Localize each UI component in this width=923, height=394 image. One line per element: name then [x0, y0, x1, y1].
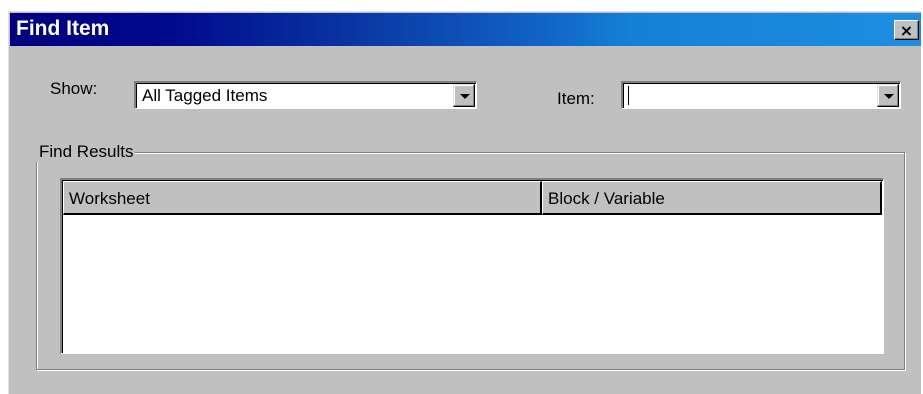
window-title: Find Item	[16, 17, 110, 40]
text-cursor	[628, 86, 629, 105]
close-icon: ×	[899, 20, 914, 40]
column-header-block-variable[interactable]: Block / Variable	[542, 181, 882, 215]
item-combobox[interactable]	[621, 81, 901, 109]
results-list[interactable]: Worksheet Block / Variable	[60, 178, 884, 354]
item-dropdown-button[interactable]	[877, 84, 899, 107]
show-dropdown-button[interactable]	[453, 84, 475, 107]
item-label: Item:	[557, 89, 595, 108]
find-item-dialog: Find Item × Show: All Tagged Items Item:…	[8, 11, 921, 394]
show-dropdown-value: All Tagged Items	[142, 86, 268, 105]
close-button[interactable]: ×	[894, 20, 919, 40]
find-results-label: Find Results	[36, 142, 136, 162]
title-bar[interactable]: Find Item ×	[10, 13, 921, 46]
show-label: Show:	[50, 79, 98, 98]
results-header: Worksheet Block / Variable	[63, 181, 883, 215]
column-header-worksheet[interactable]: Worksheet	[63, 181, 542, 215]
show-dropdown[interactable]: All Tagged Items	[134, 81, 477, 109]
